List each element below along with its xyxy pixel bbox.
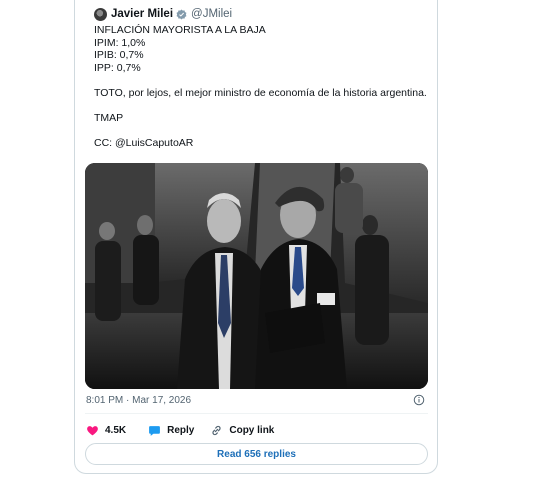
info-icon[interactable] [413,394,425,406]
verified-badge-icon [176,9,187,19]
tweet-line: IPIB: 0,7% [94,49,144,62]
photo-illustration [85,163,428,389]
tweet-timestamp[interactable]: 8:01 PM · Mar 17, 2026 [86,395,191,406]
action-bar: 4.5K Reply Copy link [86,422,274,438]
copy-link-button[interactable]: Copy link [210,424,274,437]
author-name[interactable]: Javier Milei [111,8,173,20]
tweet-text: INFLACIÓN MAYORISTA A LA BAJA IPIM: 1,0%… [94,24,428,150]
tweet-line: IPP: 0,7% [94,61,141,74]
link-icon [212,425,221,435]
tweet-line[interactable]: CC: @LuisCaputoAR [94,137,428,150]
author-avatar[interactable] [94,7,107,21]
author-handle[interactable]: @JMilei [191,8,232,20]
reply-bubble-icon [149,425,161,436]
copy-link-label: Copy link [229,424,275,436]
tweet-line: IPIM: 1,0% [94,36,146,49]
heart-icon [87,425,98,435]
tweet-header: Javier Milei @JMilei [94,6,232,22]
like-count: 4.5K [105,424,127,436]
divider [85,413,428,414]
reply-label: Reply [167,424,195,436]
tweet-line: TOTO, por lejos, el mejor ministro de ec… [94,86,427,99]
like-button[interactable]: 4.5K [86,424,126,437]
read-replies-button[interactable]: Read 656 replies [85,443,428,465]
tweet-line: TMAP [94,112,124,125]
tweet-line: INFLACIÓN MAYORISTA A LA BAJA [94,24,266,36]
tweet-photo[interactable] [85,163,428,389]
reply-button[interactable]: Reply [148,424,194,437]
